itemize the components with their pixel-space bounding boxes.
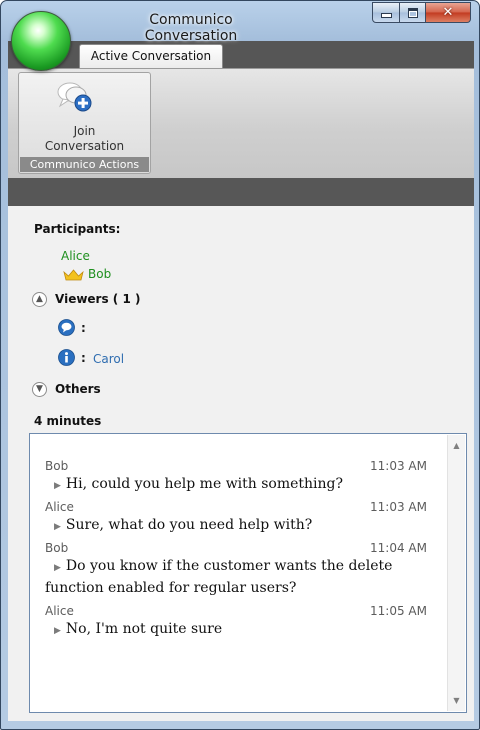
- viewers-collapse-button[interactable]: ▲: [32, 292, 47, 307]
- join-conversation-button[interactable]: Join Conversation: [20, 74, 149, 157]
- viewer-carol[interactable]: Carol: [93, 352, 124, 366]
- message-body-line1: Do you know if the customer wants the de…: [65, 558, 393, 574]
- message-arrow-icon: ▶: [54, 626, 61, 636]
- join-conversation-icon: [57, 82, 92, 112]
- others-expand-button[interactable]: ▼: [32, 382, 47, 397]
- message-author: Bob: [45, 459, 69, 473]
- message-time: 11:03 AM: [370, 500, 427, 514]
- message-text: ▶ Do you know if the customer wants the d…: [45, 556, 417, 578]
- message-time: 11:03 AM: [370, 459, 427, 473]
- ribbon-footer: [8, 178, 474, 206]
- minimize-button[interactable]: [372, 2, 400, 23]
- minimize-icon: [380, 13, 392, 18]
- message-author: Alice: [45, 604, 74, 618]
- ribbon-tab-strip: [8, 41, 474, 69]
- chevron-up-icon: ▲: [36, 294, 43, 304]
- message-text: ▶ No, I'm not quite sure: [45, 619, 417, 641]
- message-time: 11:04 AM: [370, 541, 427, 555]
- message-arrow-icon: ▶: [54, 522, 61, 532]
- join-label-line2: Conversation: [44, 139, 125, 153]
- message-body: Sure, what do you need help with?: [65, 517, 313, 533]
- message-arrow-icon: ▶: [54, 481, 61, 491]
- message-time: 11:05 AM: [370, 604, 427, 618]
- maximize-icon: [407, 7, 418, 18]
- message-body: Hi, could you help me with something?: [65, 476, 344, 492]
- conversation-duration: 4 minutes: [34, 414, 102, 428]
- viewer-1-colon: :: [81, 321, 86, 335]
- message-text-continued: function enabled for regular users?: [45, 580, 297, 596]
- group-label: Communico Actions: [20, 157, 149, 172]
- participant-bob: Bob: [88, 267, 112, 281]
- close-icon: ✕: [442, 5, 454, 20]
- chat-scrollbar[interactable]: ▲ ▼: [447, 435, 465, 711]
- close-button[interactable]: ✕: [426, 2, 471, 23]
- message-arrow-icon: ▶: [54, 563, 61, 573]
- viewers-heading: Viewers ( 1 ): [55, 292, 141, 306]
- message-text: ▶ Sure, what do you need help with?: [45, 515, 417, 537]
- message-text: ▶ Hi, could you help me with something?: [45, 474, 417, 496]
- message-author: Alice: [45, 500, 74, 514]
- tab-active-conversation[interactable]: Active Conversation: [79, 44, 223, 68]
- application-orb-button[interactable]: [11, 11, 71, 71]
- conversation-window: Communico Conversation ✕ Active Conversa…: [0, 0, 480, 730]
- communico-actions-group: Join Conversation Communico Actions: [18, 72, 151, 174]
- message-body: No, I'm not quite sure: [65, 621, 223, 637]
- join-label-line1: Join: [73, 124, 96, 138]
- chevron-down-icon: ▼: [36, 384, 43, 394]
- window-controls: ✕: [372, 2, 471, 23]
- maximize-button[interactable]: [400, 2, 426, 23]
- scroll-down-icon[interactable]: ▼: [448, 696, 465, 705]
- viewer-2-colon: :: [81, 351, 86, 365]
- chat-transcript[interactable]: Bob 11:03 AM ▶ Hi, could you help me with…: [29, 433, 467, 713]
- join-conversation-label: Join Conversation: [20, 124, 149, 154]
- window-title: Communico Conversation: [144, 12, 238, 44]
- info-icon: [58, 349, 75, 366]
- others-heading: Others: [55, 382, 101, 396]
- speech-bubble-icon: [58, 319, 75, 336]
- message-author: Bob: [45, 541, 69, 555]
- crown-icon: [63, 269, 84, 281]
- scroll-up-icon[interactable]: ▲: [448, 441, 465, 450]
- participant-alice: Alice: [61, 249, 90, 263]
- participants-heading: Participants:: [34, 222, 121, 236]
